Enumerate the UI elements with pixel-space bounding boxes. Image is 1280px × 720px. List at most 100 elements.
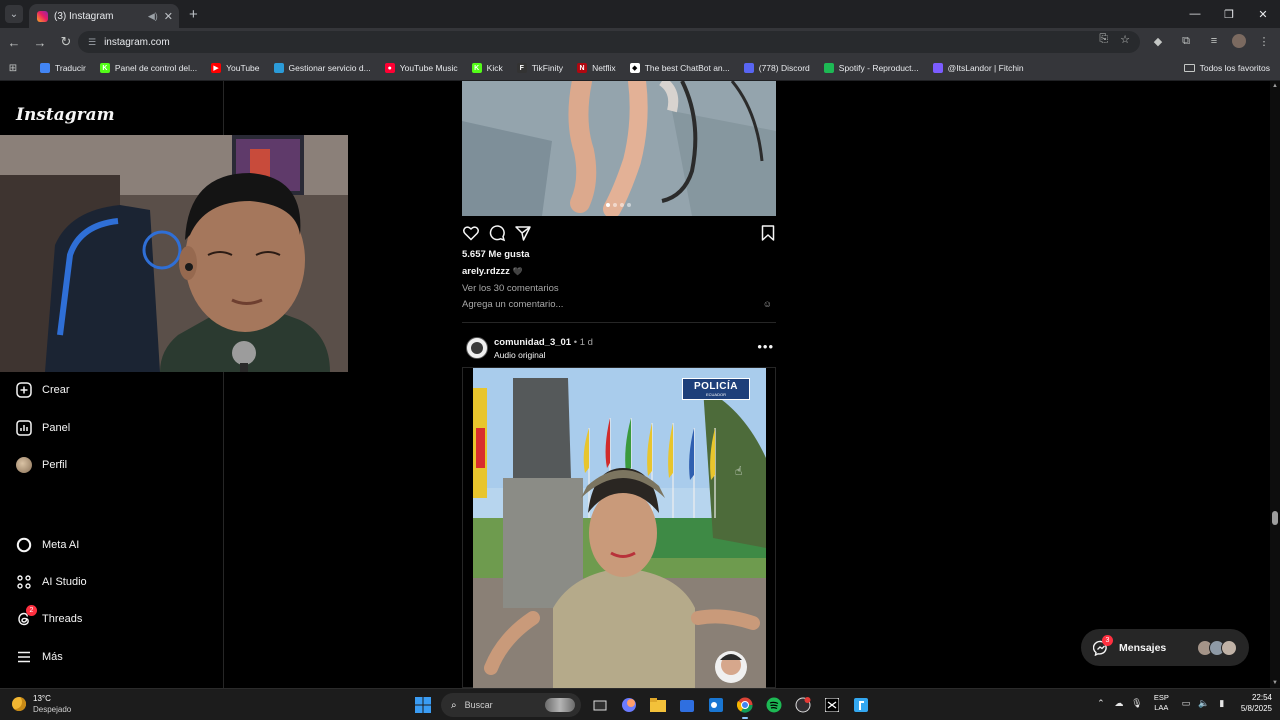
sidebar-item-label: Meta AI [42, 539, 80, 551]
extension-diamond-icon[interactable]: ◆ [1148, 31, 1168, 51]
apps-grid-icon[interactable]: ⊞ [0, 63, 26, 74]
post-header-user: comunidad_3_01 • 1 d [494, 337, 593, 348]
show-hidden-icons-chevron-icon[interactable]: ⌃ [1092, 698, 1110, 709]
fitchin-app-icon[interactable] [849, 693, 873, 717]
bookmark-item[interactable]: N Netflix [577, 63, 616, 73]
save-bookmark-icon[interactable] [759, 224, 777, 242]
microphone-icon[interactable]: 🎙 [1128, 698, 1146, 709]
taskbar-search[interactable]: ⌕ Buscar [441, 693, 581, 717]
bookmark-item[interactable]: K Kick [471, 63, 503, 73]
comment-bubble-icon[interactable] [488, 224, 506, 242]
minimize-icon[interactable]: — [1178, 0, 1212, 28]
install-app-icon[interactable]: ⎘ [1099, 33, 1108, 46]
store-icon[interactable] [675, 693, 699, 717]
bookmark-label: TikFinity [531, 63, 564, 73]
address-bar[interactable]: ☰ instagram.com [78, 31, 1140, 53]
battery-icon[interactable]: ▮ [1213, 698, 1231, 709]
bookmark-item[interactable]: ● YouTube Music [384, 63, 458, 73]
view-comments-link[interactable]: Ver los 30 comentarios [462, 283, 559, 294]
messages-button[interactable]: 3 Mensajes [1081, 629, 1249, 666]
post-reel-media[interactable]: POLICÍA ECUADOR [462, 367, 776, 688]
capcut-icon[interactable] [820, 693, 844, 717]
forward-arrow-icon[interactable]: → [28, 30, 52, 54]
onedrive-cloud-icon[interactable]: ☁ [1110, 698, 1128, 709]
network-icon[interactable]: ▭ [1177, 698, 1195, 709]
bookmark-item[interactable]: Spotify - Reproduct... [823, 63, 919, 73]
spotify-icon[interactable] [762, 693, 786, 717]
scroll-thumb[interactable] [1272, 511, 1278, 525]
file-explorer-icon[interactable] [646, 693, 670, 717]
obs-icon[interactable] [791, 693, 815, 717]
all-bookmarks-button[interactable]: Todos los favoritos [1183, 63, 1270, 73]
page-scrollbar[interactable]: ▲ ▼ [1270, 81, 1280, 688]
chrome-menu-icon[interactable]: ⋮ [1254, 31, 1274, 51]
tab-close-icon[interactable]: ✕ [164, 10, 173, 23]
new-tab-button[interactable]: + [189, 6, 198, 23]
tab-audio-icon[interactable]: ◀) [148, 11, 158, 22]
maximize-icon[interactable]: ❐ [1212, 0, 1246, 28]
more-options-icon[interactable]: ••• [757, 339, 774, 354]
sidebar-item-create[interactable]: Crear [16, 382, 70, 398]
bookmark-item[interactable]: (778) Discord [743, 63, 810, 73]
site-info-icon[interactable]: ☰ [88, 37, 96, 48]
caption-username[interactable]: arely.rdzzz [462, 266, 510, 277]
reload-icon[interactable]: ↻ [54, 30, 78, 54]
language-indicator[interactable]: ESP LAA [1154, 693, 1169, 713]
toolbar-right: ◆ ⧉ ≡ ⋮ [1148, 31, 1274, 51]
weather-widget[interactable]: 13°C Despejado [12, 693, 71, 715]
sidebar-item-panel[interactable]: Panel [16, 420, 70, 436]
sidebar-item-threads[interactable]: 2 Threads [16, 605, 82, 627]
extensions-puzzle-icon[interactable]: ⧉ [1176, 31, 1196, 51]
copilot-icon[interactable] [617, 693, 641, 717]
back-arrow-icon[interactable]: ← [2, 30, 26, 54]
sidebar-item-profile[interactable]: Perfil [16, 457, 67, 473]
post-media-carousel[interactable] [462, 81, 776, 216]
tab-search-icon[interactable]: ⌄ [5, 5, 23, 23]
search-icon: ⌕ [451, 699, 457, 711]
emoji-smiley-icon[interactable]: ☺ [763, 299, 772, 309]
bookmark-item[interactable]: Traducir [40, 63, 86, 73]
post-time[interactable]: 1 d [580, 337, 593, 348]
browser-tab-instagram[interactable]: (3) Instagram ◀) ✕ [29, 4, 179, 28]
heart-like-icon[interactable] [462, 224, 480, 242]
media-control-icon[interactable]: ≡ [1204, 31, 1224, 51]
share-send-icon[interactable] [514, 224, 532, 242]
profile-avatar[interactable] [1232, 34, 1246, 48]
moon-weather-icon [12, 697, 26, 711]
scroll-down-icon[interactable]: ▼ [1272, 680, 1278, 686]
sidebar-item-ai-studio[interactable]: AI Studio [16, 574, 87, 590]
bookmark-item[interactable]: K Panel de control del... [99, 63, 197, 73]
bookmark-item[interactable]: Gestionar servicio d... [273, 63, 371, 73]
chrome-icon[interactable] [733, 693, 757, 719]
post-audio-link[interactable]: Audio original [494, 350, 546, 360]
volume-icon[interactable]: 🔈 [1195, 698, 1213, 709]
bookmark-item[interactable]: @ItsLandor | Fitchin [932, 63, 1024, 73]
bookmark-item[interactable]: ▶ YouTube [211, 63, 260, 73]
post-likes-count[interactable]: 5.657 Me gusta [462, 249, 530, 260]
post-actions-bar [462, 224, 776, 242]
post-author-avatar[interactable] [466, 337, 488, 359]
sidebar-item-label: Más [42, 651, 63, 663]
close-window-icon[interactable]: ✕ [1246, 0, 1280, 28]
address-url: instagram.com [104, 36, 170, 48]
search-placeholder: Buscar [464, 700, 493, 710]
clock[interactable]: 22:54 5/8/2025 [1241, 692, 1272, 714]
lang-bottom: LAA [1154, 703, 1169, 712]
bookmark-item[interactable]: F TikFinity [516, 63, 564, 73]
outlook-icon[interactable] [704, 693, 728, 717]
post-photo-image [462, 81, 776, 216]
bookmark-item[interactable]: ◆ The best ChatBot an... [629, 63, 730, 73]
task-view-icon[interactable] [588, 693, 612, 717]
weather-temp: 13°C [33, 694, 51, 703]
sidebar-item-label: Panel [42, 422, 71, 434]
scroll-up-icon[interactable]: ▲ [1272, 83, 1278, 89]
windows-start-icon[interactable] [411, 693, 435, 717]
policia-badge: POLICÍA ECUADOR [682, 378, 750, 400]
sidebar-item-meta-ai[interactable]: Meta AI [16, 537, 79, 553]
bookmark-star-icon[interactable]: ☆ [1120, 33, 1130, 46]
instagram-logo[interactable]: Instagram [16, 105, 115, 125]
sidebar-item-more[interactable]: Más [16, 649, 63, 665]
reel-video[interactable]: POLICÍA ECUADOR [473, 368, 766, 688]
add-comment-input[interactable]: Agrega un comentario... [462, 299, 563, 310]
post-username[interactable]: comunidad_3_01 [494, 337, 571, 348]
